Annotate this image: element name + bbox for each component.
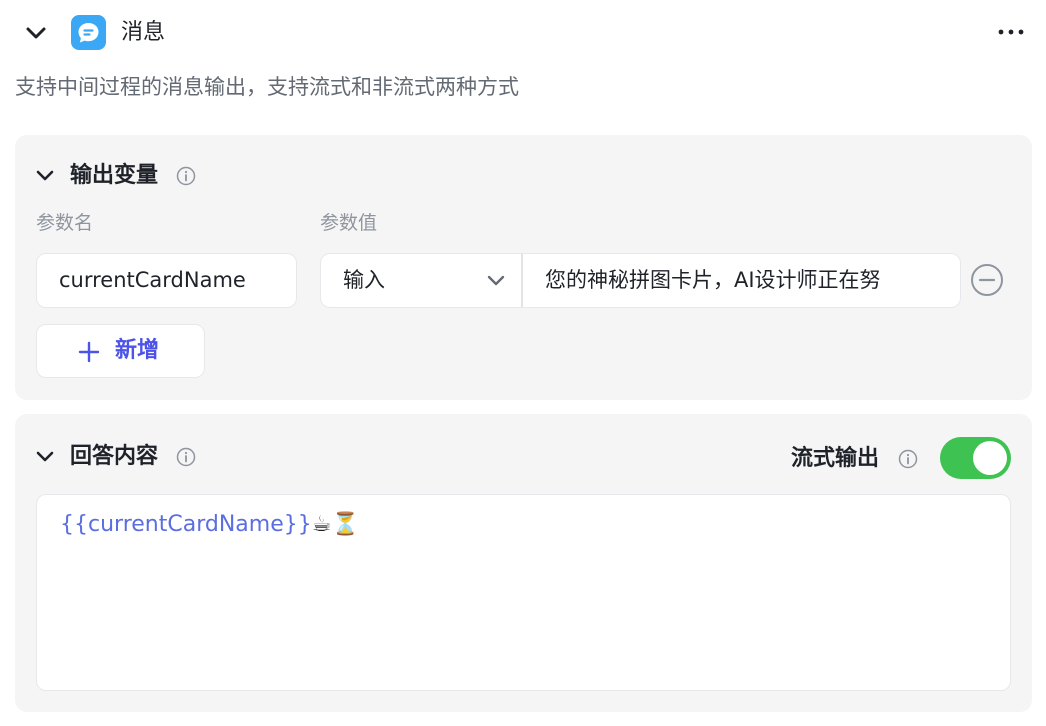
answer-content-text: {{currentCardName}}☕⏳ (60, 509, 359, 541)
param-type-selected-value: 输入 (343, 268, 385, 292)
node-title: 消息 (121, 20, 166, 45)
stream-output-label: 流式输出 (791, 446, 880, 471)
remove-row-button[interactable] (970, 263, 1004, 297)
add-variable-button[interactable]: 新增 (36, 324, 205, 378)
answer-content-editor[interactable]: {{currentCardName}}☕⏳ (36, 494, 1011, 691)
stream-output-toggle[interactable] (940, 437, 1011, 479)
plus-icon (78, 341, 100, 363)
param-value-column-label: 参数值 (320, 212, 378, 234)
chevron-down-icon (36, 170, 54, 181)
chevron-down-icon (26, 27, 46, 39)
info-icon[interactable] (176, 166, 196, 186)
message-bubble-icon (71, 15, 106, 50)
answer-content-collapse-button[interactable] (33, 445, 57, 469)
content-emoji: ☕⏳ (311, 512, 359, 537)
minus-circle-icon (971, 264, 1003, 296)
param-name-column-label: 参数名 (36, 212, 94, 234)
param-value-input[interactable]: 您的神秘拼图卡片，AI设计师正在努 (521, 253, 961, 308)
answer-content-title: 回答内容 (70, 444, 159, 469)
answer-content-section: 回答内容 流式输出 {{currentCardName}}☕⏳ (15, 414, 1032, 712)
more-horizontal-icon (998, 29, 1024, 35)
node-header: 消息 (0, 0, 1046, 66)
info-icon[interactable] (898, 449, 918, 469)
node-description: 支持中间过程的消息输出，支持流式和非流式两种方式 (15, 75, 519, 99)
output-variables-collapse-button[interactable] (33, 164, 57, 188)
chevron-down-icon (36, 451, 54, 462)
toggle-knob (973, 441, 1007, 475)
param-name-input[interactable]: currentCardName (36, 253, 297, 308)
template-variable: {{currentCardName}} (60, 512, 312, 537)
param-type-select[interactable]: 输入 (320, 253, 523, 308)
output-variables-section: 输出变量 参数名 参数值 currentCardName 输入 您的神秘拼图卡片… (15, 135, 1032, 400)
output-variables-title: 输出变量 (70, 163, 159, 188)
chevron-down-icon (487, 275, 505, 286)
collapse-toggle-button[interactable] (22, 20, 50, 46)
more-options-button[interactable] (991, 21, 1031, 43)
info-icon[interactable] (176, 447, 196, 467)
add-variable-label: 新增 (115, 338, 160, 363)
